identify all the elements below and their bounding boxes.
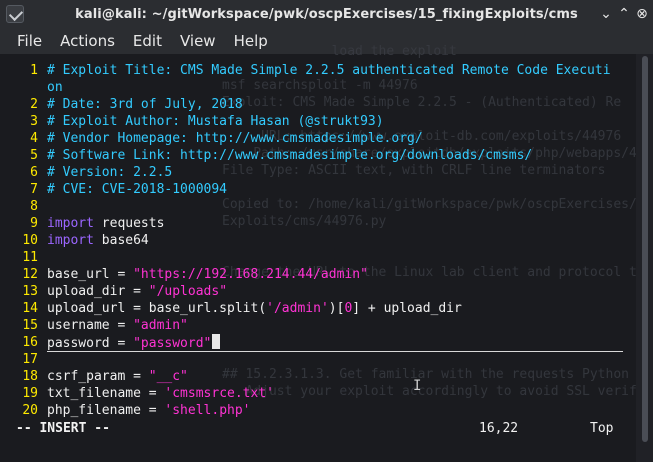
code-token: import xyxy=(47,216,94,231)
code-text[interactable]: upload_url = base_url.split('/admin')[0]… xyxy=(47,300,462,317)
line-number: 2 xyxy=(30,97,38,112)
code-text[interactable]: # Vendor Homepage: http://www.cmsmadesim… xyxy=(47,130,423,147)
code-text[interactable]: # Version: 2.2.5 xyxy=(47,164,172,181)
code-text[interactable]: upload_dir = "/uploads" xyxy=(47,283,227,300)
close-icon[interactable]: ⊗ xyxy=(633,5,651,23)
cursor-position: 16,22 xyxy=(479,421,519,436)
code-token: "admin" xyxy=(133,318,188,333)
menu-file[interactable]: File xyxy=(0,32,54,50)
minimize-icon[interactable]: ⌄ xyxy=(597,5,615,23)
code-token: username = xyxy=(47,318,134,333)
code-text[interactable]: php_filename = 'shell.php' xyxy=(47,402,251,419)
code-text[interactable]: txt_filename = 'cmsmsrce.txt' xyxy=(47,385,274,402)
code-token: # Software Link: http://www.cmsmadesimpl… xyxy=(47,148,533,163)
title-bar: kali@kali: ~/gitWorkspace/pwk/oscpExerci… xyxy=(0,0,653,28)
code-text[interactable]: # Software Link: http://www.cmsmadesimpl… xyxy=(47,147,532,164)
mode-indicator: -- INSERT -- xyxy=(16,421,110,436)
code-token: 'cmsmsrce.txt' xyxy=(164,386,274,401)
code-text[interactable]: # Exploit Author: Mustafa Hasan (@strukt… xyxy=(47,113,384,130)
line-number: 14 xyxy=(22,301,38,316)
line-number: 5 xyxy=(30,148,38,163)
menu-actions[interactable]: Actions xyxy=(54,32,127,50)
code-token: )[ xyxy=(328,301,345,316)
code-token: # Date: 3rd of July, 2018 xyxy=(47,97,243,112)
line-number: 1 xyxy=(30,63,38,78)
code-token: csrf_param = xyxy=(47,369,149,384)
line-number: 15 xyxy=(22,318,38,333)
code-token: base_url = xyxy=(47,267,134,282)
line-number: 6 xyxy=(30,165,38,180)
scrollbar[interactable] xyxy=(636,54,653,462)
menu-edit[interactable]: Edit xyxy=(127,32,174,50)
code-text[interactable]: # CVE: CVE-2018-1000094 xyxy=(47,181,227,198)
vim-editor[interactable]: 1 # Exploit Title: CMS Made Simple 2.2.5 … xyxy=(0,62,636,452)
code-token: php_filename = xyxy=(47,403,165,418)
line-number: 3 xyxy=(30,114,38,129)
scroll-position: Top xyxy=(590,421,614,436)
window-title: kali@kali: ~/gitWorkspace/pwk/oscpExerci… xyxy=(75,6,578,22)
code-token: # Exploit Title: CMS Made Simple 2.2.5 a… xyxy=(47,63,611,78)
code-text[interactable]: username = "admin" xyxy=(47,317,188,334)
code-token: # Vendor Homepage: http://www.cmsmadesim… xyxy=(47,131,423,146)
code-token: on xyxy=(47,80,63,95)
line-number: 12 xyxy=(22,267,38,282)
code-text[interactable]: # Date: 3rd of July, 2018 xyxy=(47,96,243,113)
code-token: # Version: 2.2.5 xyxy=(47,165,173,180)
line-number: 13 xyxy=(22,284,38,299)
cursor-line-indicator xyxy=(47,351,623,352)
code-token: import xyxy=(47,233,94,248)
line-number: 20 xyxy=(22,403,38,418)
line-number: 8 xyxy=(30,199,38,214)
code-text[interactable]: base_url = "https://192.168.214.44/admin… xyxy=(47,266,368,283)
code-text[interactable]: csrf_param = "__c" xyxy=(47,368,188,385)
code-token: 'shell.php' xyxy=(164,403,251,418)
code-token: "https://192.168.214.44/admin" xyxy=(133,267,368,282)
code-token: ] + upload_dir xyxy=(352,301,462,316)
code-token: "/uploads" xyxy=(148,284,228,299)
code-token: password = xyxy=(47,336,134,351)
terminal-app-icon xyxy=(6,5,24,23)
text-cursor xyxy=(212,334,221,349)
code-text[interactable]: on xyxy=(47,79,63,96)
line-number: 10 xyxy=(22,233,38,248)
line-number: 16 xyxy=(22,335,38,350)
code-text[interactable]: # Exploit Title: CMS Made Simple 2.2.5 a… xyxy=(47,62,611,79)
line-number: 9 xyxy=(30,216,38,231)
menu-view[interactable]: View xyxy=(174,32,228,50)
line-number: 11 xyxy=(22,250,38,265)
code-token: base64 xyxy=(93,233,149,248)
status-line: -- INSERT -- 16,22 Top xyxy=(0,420,636,438)
code-token: "__c" xyxy=(148,369,188,384)
code-token: txt_filename = xyxy=(47,386,165,401)
line-number: 18 xyxy=(22,369,38,384)
line-number: 19 xyxy=(22,386,38,401)
code-text[interactable]: password = "password" xyxy=(47,334,221,352)
code-token: "password" xyxy=(133,336,212,351)
code-token: upload_dir = xyxy=(47,284,149,299)
terminal-area[interactable]: load the exploit msf searchsploit -m 449… xyxy=(0,44,645,462)
code-token: upload_url = base_url.split( xyxy=(47,301,267,316)
text-cursor-icon: I xyxy=(413,378,422,394)
scrollbar-thumb[interactable] xyxy=(642,56,648,442)
code-token: '/admin' xyxy=(266,301,329,316)
code-text[interactable]: import requests xyxy=(47,215,164,232)
code-token: # Exploit Author: Mustafa Hasan (@strukt… xyxy=(47,114,384,129)
line-number: 17 xyxy=(22,352,38,367)
line-number: 7 xyxy=(30,182,38,197)
code-token: # CVE: CVE-2018-1000094 xyxy=(47,182,228,197)
code-token: requests xyxy=(93,216,165,231)
code-text[interactable]: import base64 xyxy=(47,232,149,249)
line-number: 4 xyxy=(30,131,38,146)
maximize-icon[interactable]: ⌃ xyxy=(615,5,633,23)
